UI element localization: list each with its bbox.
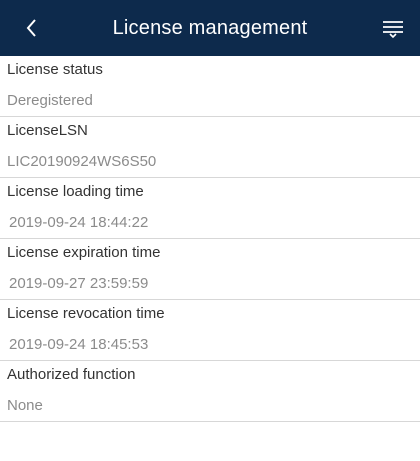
- license-lsn-value: LIC20190924WS6S50: [7, 153, 157, 170]
- authorized-function-row: Authorized function None: [0, 361, 420, 422]
- license-status-value: Deregistered: [7, 92, 93, 109]
- license-revocation-time-row: License revocation time 2019-09-24 18:45…: [0, 300, 420, 361]
- license-expiration-time-row: License expiration time 2019-09-27 23:59…: [0, 239, 420, 300]
- license-loading-time-label: License loading time: [7, 183, 144, 200]
- top-app-bar: License management: [0, 0, 420, 56]
- license-info-list: License status Deregistered LicenseLSN L…: [0, 56, 420, 422]
- license-status-row: License status Deregistered: [0, 56, 420, 117]
- license-revocation-time-value: 2019-09-24 18:45:53: [9, 336, 149, 353]
- menu-button[interactable]: [380, 16, 406, 40]
- license-expiration-time-value: 2019-09-27 23:59:59: [9, 275, 149, 292]
- license-loading-time-value: 2019-09-24 18:44:22: [9, 214, 149, 231]
- license-revocation-time-label: License revocation time: [7, 305, 165, 322]
- license-loading-time-row: License loading time 2019-09-24 18:44:22: [0, 178, 420, 239]
- license-status-label: License status: [7, 61, 103, 78]
- license-expiration-time-label: License expiration time: [7, 244, 161, 261]
- page-title: License management: [112, 16, 308, 39]
- hamburger-menu-icon: [383, 21, 403, 39]
- license-lsn-label: LicenseLSN: [7, 122, 88, 139]
- authorized-function-value: None: [7, 397, 43, 414]
- back-button[interactable]: [20, 16, 44, 40]
- license-lsn-row: LicenseLSN LIC20190924WS6S50: [0, 117, 420, 178]
- authorized-function-label: Authorized function: [7, 366, 136, 383]
- license-management-screen: License management License status Deregi…: [0, 0, 420, 461]
- chevron-left-icon: [26, 19, 36, 37]
